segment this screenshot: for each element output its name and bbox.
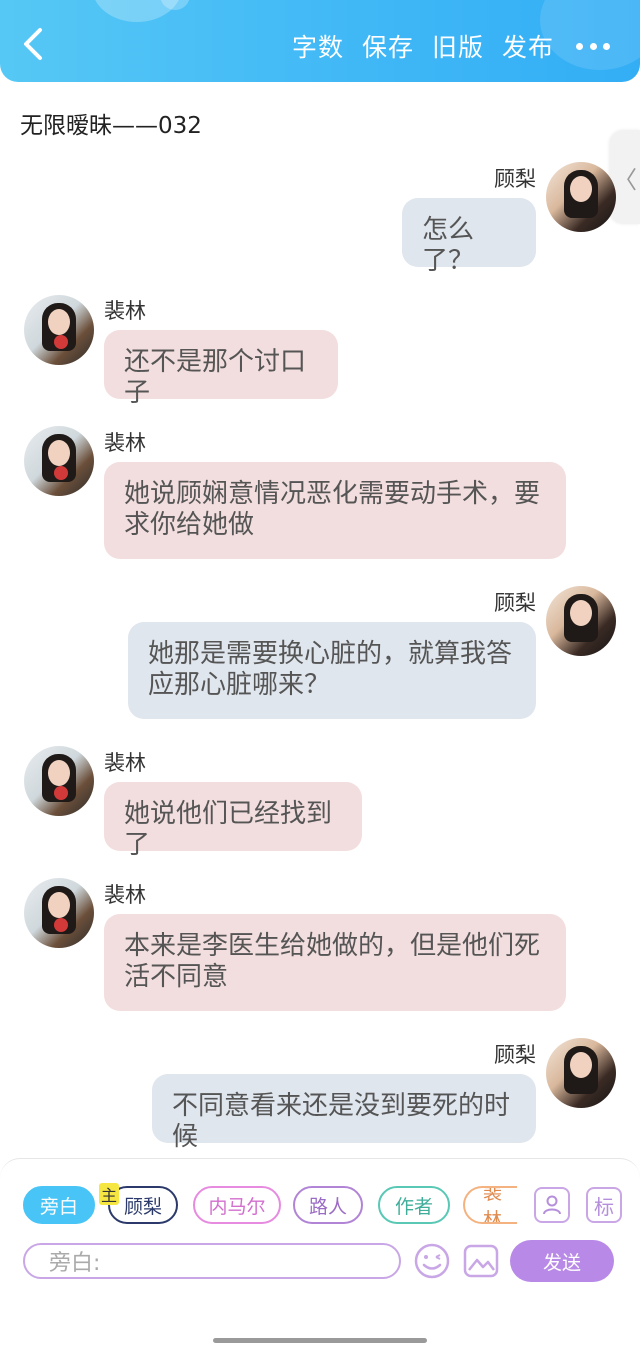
- message-input[interactable]: 旁白:: [23, 1243, 401, 1279]
- sender-name: 裴林: [104, 431, 146, 455]
- emoji-button[interactable]: [413, 1242, 451, 1280]
- home-indicator: [213, 1338, 427, 1343]
- message-bubble[interactable]: 本来是李医生给她做的，但是他们死活不同意: [104, 914, 566, 1011]
- back-button[interactable]: [20, 26, 50, 62]
- word-count-button[interactable]: 字数: [292, 28, 344, 64]
- emoji-icon: [414, 1243, 450, 1279]
- image-icon: [463, 1244, 499, 1278]
- tag-button[interactable]: 标: [586, 1187, 622, 1223]
- chevron-left-icon: 〈: [613, 165, 637, 194]
- avatar[interactable]: [24, 878, 94, 948]
- sender-name: 裴林: [104, 751, 146, 775]
- role-chip-narration[interactable]: 旁白: [23, 1186, 95, 1224]
- character-manage-button[interactable]: [534, 1187, 570, 1223]
- role-chip-peilin[interactable]: 裴林: [463, 1186, 517, 1224]
- message-bubble[interactable]: 不同意看来还是没到要死的时候: [152, 1074, 536, 1152]
- sender-name: 顾梨: [494, 1043, 536, 1067]
- more-icon[interactable]: [576, 42, 610, 50]
- message-bubble[interactable]: 她那是需要换心脏的，就算我答应那心脏哪来？: [128, 622, 536, 719]
- header-actions: 字数 保存 旧版 发布: [274, 28, 610, 64]
- person-icon: [543, 1195, 561, 1215]
- sender-name: 顾梨: [494, 591, 536, 615]
- avatar[interactable]: [546, 1038, 616, 1108]
- main-character-badge: 主: [99, 1183, 119, 1205]
- role-chip-passerby[interactable]: 路人: [293, 1186, 363, 1224]
- sender-name: 裴林: [104, 299, 146, 323]
- old-version-button[interactable]: 旧版: [432, 28, 484, 64]
- top-bar: 字数 保存 旧版 发布: [0, 0, 640, 82]
- chevron-left-icon: [24, 28, 42, 60]
- role-chip-neymar[interactable]: 内马尔: [193, 1186, 281, 1224]
- avatar[interactable]: [24, 746, 94, 816]
- message-bubble[interactable]: 她说他们已经找到了: [104, 782, 362, 860]
- message-bubble[interactable]: 还不是那个讨口子: [104, 330, 338, 408]
- message-bubble[interactable]: 她说顾娴意情况恶化需要动手术，要求你给她做: [104, 462, 566, 559]
- avatar[interactable]: [546, 586, 616, 656]
- avatar[interactable]: [24, 426, 94, 496]
- avatar[interactable]: [546, 162, 616, 232]
- send-button[interactable]: 发送: [510, 1240, 614, 1282]
- publish-button[interactable]: 发布: [502, 28, 554, 64]
- avatar[interactable]: [24, 295, 94, 365]
- image-button[interactable]: [463, 1243, 499, 1279]
- role-chip-author[interactable]: 作者: [378, 1186, 450, 1224]
- story-title: 无限暧昧——032: [20, 113, 202, 139]
- sender-name: 顾梨: [494, 167, 536, 191]
- save-button[interactable]: 保存: [362, 28, 414, 64]
- message-bubble[interactable]: 怎么了？: [402, 198, 536, 276]
- side-drawer-handle[interactable]: 〈: [610, 130, 640, 224]
- sender-name: 裴林: [104, 883, 146, 907]
